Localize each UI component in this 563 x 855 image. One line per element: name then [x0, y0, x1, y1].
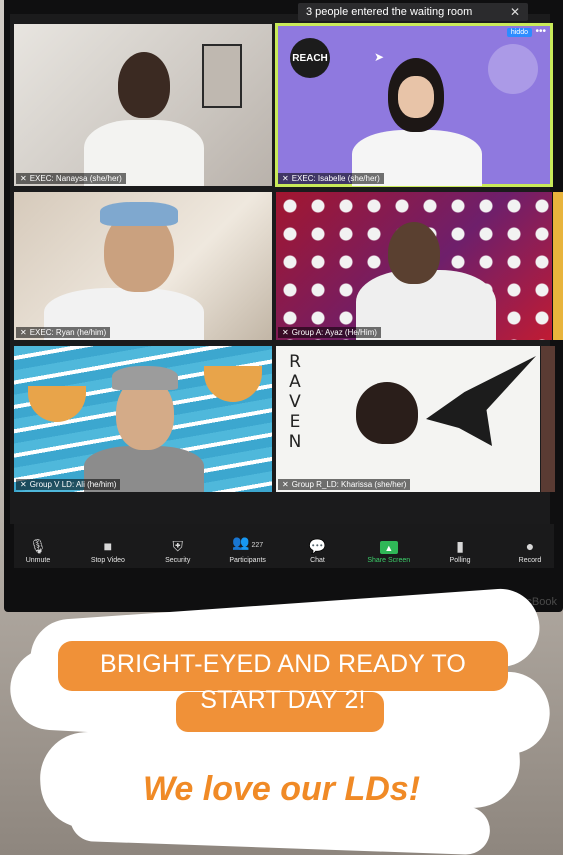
- raven-illustration: [426, 356, 536, 446]
- video-tile-partial: [541, 346, 555, 492]
- microphone-icon: 🎙: [29, 538, 47, 554]
- ship-illustration: [204, 366, 262, 402]
- reach-logo: REACH: [290, 38, 330, 78]
- participants-icon: 👥 227: [232, 534, 264, 550]
- participant-label: ✕ Group A: Ayaz (He/Him): [278, 327, 381, 338]
- reflection-glare: [488, 44, 538, 94]
- tagline-text: We love our LDs!: [142, 770, 421, 808]
- polling-button[interactable]: ▮ Polling: [440, 538, 480, 564]
- mic-muted-icon: ✕: [20, 480, 27, 489]
- participant-label: ✕ Group R_LD: Kharissa (she/her): [278, 479, 411, 490]
- chat-button[interactable]: 💬 Chat: [298, 538, 338, 564]
- participant-label: ✕ Group V LD: Ali (he/him): [16, 479, 121, 490]
- participants-count: 227: [251, 542, 264, 549]
- video-tile-nanaysa[interactable]: ✕ EXEC: Nanaysa (she/her): [14, 24, 272, 186]
- participant-label: ✕ EXEC: Ryan (he/him): [16, 327, 111, 338]
- bar-chart-icon: ▮: [456, 538, 464, 554]
- mouse-cursor-icon: ➤: [374, 50, 385, 64]
- mic-muted-icon: ✕: [282, 480, 289, 489]
- record-button[interactable]: ● Record: [510, 538, 550, 564]
- participant-label: ✕ EXEC: Nanaysa (she/her): [16, 173, 126, 184]
- video-tile-ryan[interactable]: ✕ EXEC: Ryan (he/him): [14, 192, 272, 340]
- name-tag: hiddo: [506, 28, 532, 37]
- video-camera-icon: ■: [103, 538, 113, 554]
- unmute-button[interactable]: 🎙 Unmute: [18, 538, 58, 564]
- ship-illustration: [28, 386, 86, 422]
- raven-vertical-text: R A V E N: [288, 352, 302, 452]
- more-options-icon[interactable]: •••: [535, 26, 546, 37]
- stop-video-button[interactable]: ■ Stop Video: [88, 538, 128, 564]
- story-caption: BRIGHT-EYED AND READY TO START DAY 2!: [99, 650, 466, 714]
- video-tile-ayaz[interactable]: ✕ Group A: Ayaz (He/Him): [276, 192, 552, 340]
- participants-button[interactable]: 👥 227 Participants: [228, 534, 268, 564]
- video-tile-isabelle[interactable]: REACH ➤ hiddo ••• ✕ EXEC: Isabelle (she/h…: [275, 23, 553, 187]
- participant-figure: [356, 382, 418, 444]
- video-tile-partial: [553, 192, 563, 340]
- mic-muted-icon: ✕: [282, 174, 289, 183]
- video-tile-ali[interactable]: ✕ Group V LD: Ali (he/him): [14, 346, 272, 492]
- share-screen-icon: ▲: [379, 541, 398, 554]
- security-button[interactable]: ⛨ Security: [158, 538, 198, 564]
- headwear: [100, 202, 178, 226]
- participant-face: [398, 76, 434, 118]
- waiting-room-banner[interactable]: 3 people entered the waiting room ✕: [298, 3, 528, 21]
- headwear: [112, 366, 178, 390]
- wall-frame: [202, 44, 242, 108]
- shield-icon: ⛨: [172, 538, 184, 554]
- participant-figure: [118, 52, 170, 118]
- mic-muted-icon: ✕: [282, 328, 289, 337]
- mic-muted-icon: ✕: [20, 328, 27, 337]
- waiting-room-message: 3 people entered the waiting room: [306, 6, 473, 18]
- record-icon: ●: [525, 538, 535, 554]
- close-icon[interactable]: ✕: [510, 5, 520, 19]
- participant-label: ✕ EXEC: Isabelle (she/her): [278, 173, 384, 184]
- participant-figure: [388, 222, 440, 284]
- meeting-toolbar: 🎙 Unmute ■ Stop Video ⛨ Security 👥 227 Pa…: [14, 524, 554, 568]
- share-screen-button[interactable]: ▲ Share Screen: [367, 541, 410, 564]
- chat-bubble-icon: 💬: [308, 538, 327, 554]
- video-tile-kharissa[interactable]: R A V E N ✕ Group R_LD: Kharissa (she/her…: [276, 346, 540, 492]
- mic-muted-icon: ✕: [20, 174, 27, 183]
